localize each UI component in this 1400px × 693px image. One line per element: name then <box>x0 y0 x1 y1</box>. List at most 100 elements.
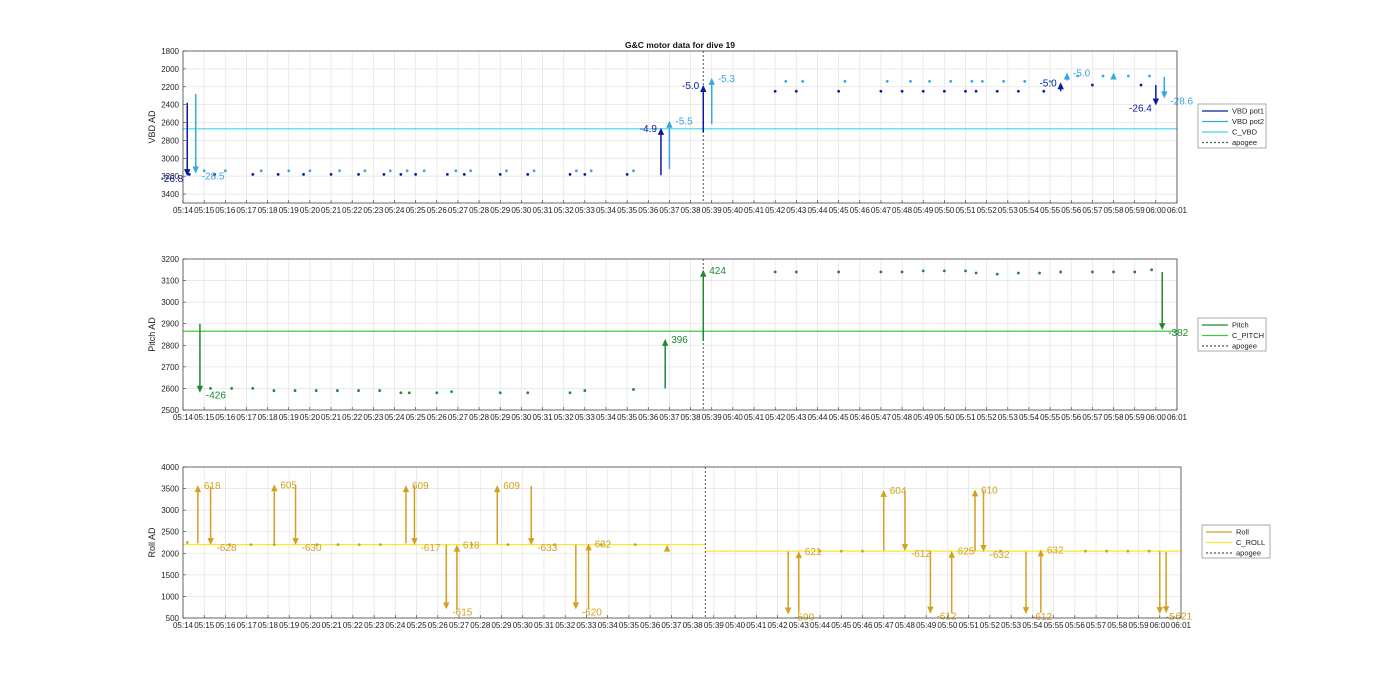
y-tick-label: 1000 <box>161 592 179 601</box>
y-tick-label: 4000 <box>161 463 179 472</box>
x-tick-label: 05:44 <box>807 413 828 422</box>
y-tick-label: 3000 <box>161 298 179 307</box>
x-tick-label: 05:14 <box>173 206 194 215</box>
data-point <box>251 172 255 176</box>
y-tick-label: 2500 <box>161 528 179 537</box>
data-point <box>942 269 946 273</box>
data-point <box>964 269 967 273</box>
x-tick-label: 05:48 <box>895 621 916 630</box>
data-point <box>921 89 925 93</box>
x-tick-label: 05:45 <box>829 413 850 422</box>
data-point <box>498 172 502 176</box>
data-point <box>308 169 312 173</box>
x-tick-label: 05:28 <box>469 413 490 422</box>
x-tick-label: 05:26 <box>427 206 448 215</box>
x-tick-label: 05:48 <box>892 413 913 422</box>
x-tick-label: 05:26 <box>427 413 448 422</box>
data-point <box>498 391 502 395</box>
y-tick-label: 2600 <box>161 119 179 128</box>
arrow-label: -5.0 <box>682 81 700 92</box>
legend-entry: VBD pot1 <box>1232 107 1264 116</box>
data-point <box>625 172 629 176</box>
x-tick-label: 05:54 <box>1019 206 1040 215</box>
arrow-label: 618 <box>204 481 221 492</box>
data-point <box>900 270 904 274</box>
x-tick-label: 05:36 <box>640 621 661 630</box>
arrow-label: -630 <box>302 543 322 554</box>
y-tick-label: 2800 <box>161 136 179 145</box>
x-tick-label: 05:18 <box>258 413 279 422</box>
x-tick-label: 05:34 <box>598 621 619 630</box>
x-tick-label: 05:30 <box>513 621 534 630</box>
x-tick-label: 05:22 <box>342 413 363 422</box>
x-tick-label: 05:24 <box>384 413 405 422</box>
x-tick-label: 05:58 <box>1107 621 1128 630</box>
x-tick-label: 05:16 <box>215 621 236 630</box>
x-tick-label: 05:17 <box>236 413 257 422</box>
arrow-label: -5.3 <box>718 74 736 85</box>
x-tick-label: 05:37 <box>661 621 682 630</box>
data-point <box>272 389 276 392</box>
legend-entry: apogee <box>1232 138 1257 147</box>
x-tick-label: 05:23 <box>363 413 384 422</box>
chart-title: G&C motor data for dive 19 <box>625 40 735 50</box>
data-point <box>526 391 530 395</box>
data-point <box>794 270 798 274</box>
arrow-label: -426 <box>206 391 226 402</box>
data-point <box>532 169 536 173</box>
data-point <box>839 549 843 553</box>
data-point <box>794 89 798 93</box>
x-tick-label: 05:55 <box>1040 206 1061 215</box>
data-point <box>900 89 904 93</box>
x-tick-label: 05:37 <box>659 206 680 215</box>
x-tick-label: 05:38 <box>683 621 704 630</box>
x-tick-label: 05:39 <box>702 206 723 215</box>
x-tick-label: 05:42 <box>765 206 786 215</box>
arrow-label: -628 <box>217 543 237 554</box>
y-tick-label: 3400 <box>161 190 179 199</box>
x-tick-label: 05:41 <box>744 206 765 215</box>
data-point <box>276 172 280 176</box>
data-point <box>1139 83 1143 87</box>
x-tick-label: 05:31 <box>534 621 555 630</box>
arrow-label: -620 <box>582 607 602 618</box>
legend-entry: C_ROLL <box>1236 538 1265 547</box>
data-point <box>293 389 297 392</box>
y-tick-label: 3500 <box>161 485 179 494</box>
x-tick-label: 05:50 <box>934 413 955 422</box>
x-tick-label: 05:32 <box>554 413 575 422</box>
x-tick-label: 05:17 <box>236 206 257 215</box>
x-tick-label: 05:20 <box>300 621 321 630</box>
x-tick-label: 05:56 <box>1061 206 1082 215</box>
x-tick-label: 05:23 <box>364 621 385 630</box>
data-point <box>942 89 946 93</box>
arrow-label: -5.5 <box>675 117 693 128</box>
x-tick-label: 05:31 <box>533 413 554 422</box>
x-tick-label: 05:49 <box>913 413 934 422</box>
x-tick-label: 05:28 <box>470 621 491 630</box>
x-tick-label: 05:24 <box>385 621 406 630</box>
y-axis-label: Pitch AD <box>147 317 157 352</box>
x-tick-label: 05:22 <box>342 206 363 215</box>
data-point <box>249 543 253 547</box>
data-point <box>338 169 341 173</box>
x-tick-label: 05:44 <box>807 206 828 215</box>
x-tick-label: 05:45 <box>831 621 852 630</box>
y-tick-label: 2200 <box>161 83 179 92</box>
data-point <box>1112 270 1115 274</box>
x-tick-label: 05:38 <box>681 206 702 215</box>
x-tick-label: 05:19 <box>279 413 300 422</box>
x-tick-label: 05:19 <box>279 621 300 630</box>
legend: RollC_ROLLapogee <box>1201 524 1271 559</box>
x-tick-label: 05:20 <box>300 206 321 215</box>
legend-entry: apogee <box>1232 342 1257 351</box>
data-point <box>450 390 453 394</box>
data-point <box>568 172 572 176</box>
arrow-label: -612 <box>911 549 931 560</box>
data-point <box>1101 74 1105 78</box>
x-tick-label: 05:17 <box>237 621 258 630</box>
y-tick-label: 2000 <box>161 549 179 558</box>
arrow-label: -28.5 <box>202 171 225 182</box>
x-tick-label: 05:29 <box>491 621 512 630</box>
x-tick-label: 05:59 <box>1129 621 1150 630</box>
